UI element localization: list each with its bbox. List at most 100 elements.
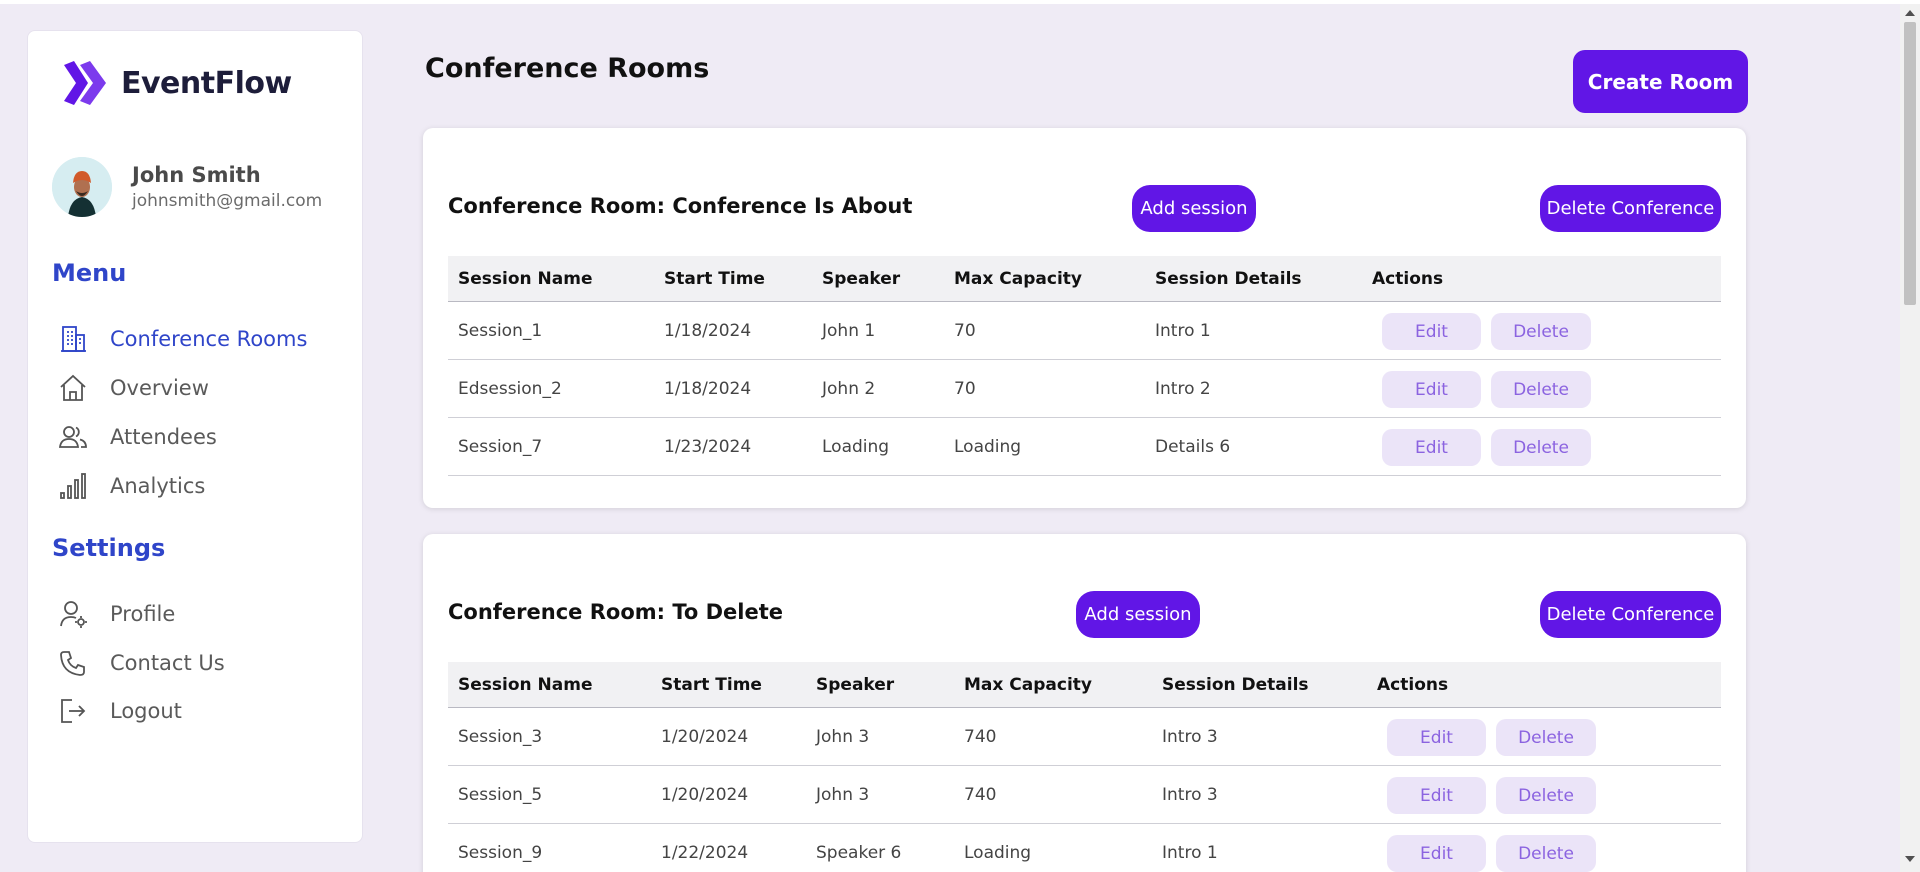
conference-room-title: Conference Room: To Delete [448, 600, 784, 624]
nav-profile[interactable]: Profile [58, 599, 175, 629]
edit-button[interactable]: Edit [1387, 777, 1486, 814]
create-room-button[interactable]: Create Room [1573, 50, 1748, 113]
edit-button[interactable]: Edit [1387, 835, 1486, 872]
settings-section-title: Settings [52, 534, 166, 562]
column-header: Actions [1377, 675, 1449, 695]
delete-button[interactable]: Delete [1496, 835, 1596, 872]
session-details: Intro 1 [1155, 321, 1211, 341]
sidebar: EventFlow John Smith johnsmith@gmail.com… [27, 30, 363, 843]
session-name: Edsession_2 [458, 379, 562, 399]
user-settings-icon [60, 601, 87, 628]
nav-label: Conference Rooms [110, 327, 308, 351]
sessions-table: Session Name Start Time Speaker Max Capa… [448, 662, 1721, 872]
table-row: Session_1 1/18/2024 John 1 70 Intro 1 Ed… [448, 302, 1721, 360]
session-name: Session_1 [458, 321, 543, 341]
app-name: EventFlow [121, 65, 292, 101]
edit-button[interactable]: Edit [1387, 719, 1486, 756]
nav-label: Logout [110, 699, 182, 723]
user-name: John Smith [132, 163, 261, 187]
session-name: Session_9 [458, 843, 543, 863]
table-row: Session_5 1/20/2024 John 3 740 Intro 3 E… [448, 766, 1721, 824]
logo[interactable]: EventFlow [60, 57, 292, 109]
speaker: John 1 [822, 321, 876, 341]
edit-button[interactable]: Edit [1382, 429, 1481, 466]
conference-room-title: Conference Room: Conference Is About [448, 194, 913, 218]
session-name: Session_3 [458, 727, 543, 747]
start-time: 1/23/2024 [664, 437, 752, 457]
avatar [52, 157, 112, 217]
add-session-button[interactable]: Add session [1132, 185, 1256, 232]
scroll-down-icon[interactable] [1905, 856, 1915, 862]
start-time: 1/20/2024 [661, 727, 749, 747]
start-time: 1/22/2024 [661, 843, 749, 863]
nav-attendees[interactable]: Attendees [58, 422, 217, 452]
speaker: John 3 [816, 785, 870, 805]
nav-label: Attendees [110, 425, 217, 449]
column-header: Speaker [816, 675, 895, 695]
column-header: Session Name [458, 675, 593, 695]
max-capacity: 740 [964, 727, 997, 747]
delete-button[interactable]: Delete [1496, 719, 1596, 756]
speaker: Speaker 6 [816, 843, 902, 863]
session-details: Intro 3 [1162, 785, 1218, 805]
session-details: Details 6 [1155, 437, 1231, 457]
sessions-table: Session Name Start Time Speaker Max Capa… [448, 256, 1721, 476]
speaker: Loading [822, 437, 890, 457]
user-email: johnsmith@gmail.com [132, 191, 323, 211]
column-header: Session Details [1155, 269, 1302, 289]
session-details: Intro 3 [1162, 727, 1218, 747]
nav-logout[interactable]: Logout [58, 696, 182, 726]
column-header: Max Capacity [954, 269, 1082, 289]
users-icon [58, 426, 87, 448]
nav-label: Analytics [110, 474, 206, 498]
session-name: Session_7 [458, 437, 543, 457]
table-row: Session_9 1/22/2024 Speaker 6 Loading In… [448, 824, 1721, 872]
phone-icon [60, 651, 85, 676]
column-header: Session Name [458, 269, 593, 289]
scrollbar-thumb[interactable] [1904, 22, 1916, 305]
max-capacity: 70 [954, 379, 976, 399]
column-header: Start Time [664, 269, 765, 289]
table-header: Session Name Start Time Speaker Max Capa… [448, 256, 1721, 302]
table-header: Session Name Start Time Speaker Max Capa… [448, 662, 1721, 708]
delete-button[interactable]: Delete [1496, 777, 1596, 814]
bar-chart-icon [60, 473, 86, 499]
nav-label: Overview [110, 376, 209, 400]
delete-conference-button[interactable]: Delete Conference [1540, 185, 1721, 232]
menu-section-title: Menu [52, 259, 127, 287]
delete-conference-button[interactable]: Delete Conference [1540, 591, 1721, 638]
edit-button[interactable]: Edit [1382, 371, 1481, 408]
logout-icon [61, 699, 86, 723]
nav-contact-us[interactable]: Contact Us [58, 648, 225, 678]
session-name: Session_5 [458, 785, 543, 805]
delete-button[interactable]: Delete [1491, 371, 1591, 408]
conference-room-card: Conference Room: To Delete Add session D… [423, 534, 1746, 872]
nav-overview[interactable]: Overview [58, 373, 209, 403]
column-header: Max Capacity [964, 675, 1092, 695]
table-row: Session_3 1/20/2024 John 3 740 Intro 3 E… [448, 708, 1721, 766]
start-time: 1/18/2024 [664, 321, 752, 341]
delete-button[interactable]: Delete [1491, 429, 1591, 466]
column-header: Session Details [1162, 675, 1309, 695]
delete-button[interactable]: Delete [1491, 313, 1591, 350]
max-capacity: 70 [954, 321, 976, 341]
max-capacity: 740 [964, 785, 997, 805]
building-icon [61, 326, 86, 352]
max-capacity: Loading [964, 843, 1032, 863]
speaker: John 3 [816, 727, 870, 747]
scroll-up-icon[interactable] [1905, 10, 1915, 16]
nav-analytics[interactable]: Analytics [58, 471, 205, 501]
conference-room-card: Conference Room: Conference Is About Add… [423, 128, 1746, 508]
home-icon [60, 374, 86, 401]
max-capacity: Loading [954, 437, 1022, 457]
edit-button[interactable]: Edit [1382, 313, 1481, 350]
session-details: Intro 2 [1155, 379, 1211, 399]
session-details: Intro 1 [1162, 843, 1218, 863]
logo-icon [64, 61, 106, 105]
nav-conference-rooms[interactable]: Conference Rooms [58, 324, 307, 354]
speaker: John 2 [822, 379, 876, 399]
add-session-button[interactable]: Add session [1076, 591, 1200, 638]
nav-label: Contact Us [110, 651, 225, 675]
column-header: Start Time [661, 675, 762, 695]
table-row: Session_7 1/23/2024 Loading Loading Deta… [448, 418, 1721, 476]
